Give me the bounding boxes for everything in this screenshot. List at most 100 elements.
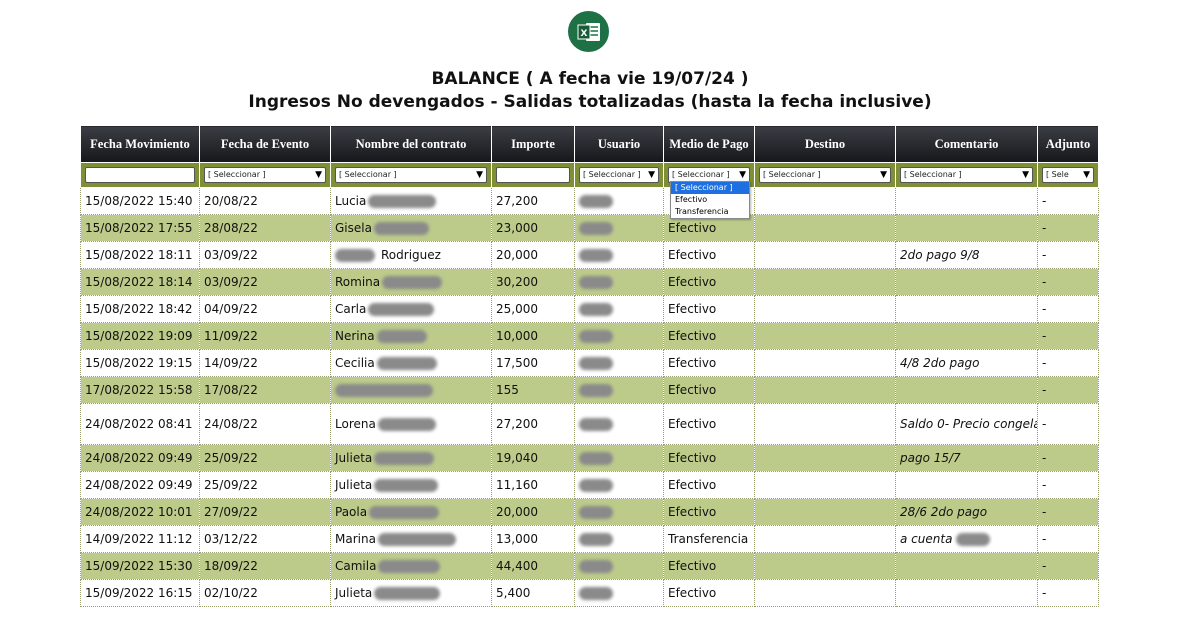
cell-importe: 5,400: [491, 579, 575, 607]
cell-adjunto: -: [1037, 471, 1099, 499]
redacted-name: [374, 479, 439, 492]
chevron-down-icon: ▼: [648, 170, 655, 180]
table-row[interactable]: 14/09/2022 11:12 03/12/22 Marina 13,000 Tran…: [80, 525, 1099, 553]
cell-medio: Efectivo: [663, 403, 755, 445]
cell-mov: 15/08/2022 17:55: [80, 214, 200, 242]
cell-evento: 28/08/22: [199, 214, 331, 242]
cell-importe: 20,000: [491, 498, 575, 526]
cell-comentario: [895, 214, 1038, 242]
cell-destino: [754, 403, 896, 445]
adjunto-filter-select[interactable]: [ Sele ▼: [1042, 167, 1094, 183]
cell-evento: 18/09/22: [199, 552, 331, 580]
table-row[interactable]: 15/08/2022 18:14 03/09/22 Romina 30,200 Efec…: [80, 268, 1099, 296]
contract-name: Camila: [335, 559, 377, 573]
cell-importe: 11,160: [491, 471, 575, 499]
cell-nombre: Rodriguez: [330, 241, 492, 269]
contract-name: Cecilia: [335, 356, 375, 370]
redacted-user: [579, 330, 613, 343]
table-row[interactable]: 15/08/2022 17:55 28/08/22 Gisela 23,000 Efec…: [80, 214, 1099, 242]
redacted-name: [374, 587, 441, 600]
cell-adjunto: -: [1037, 525, 1099, 553]
cell-evento: 03/12/22: [199, 525, 331, 553]
dropdown-option-efectivo[interactable]: Efectivo: [671, 194, 749, 206]
col-adjunto[interactable]: Adjunto: [1037, 125, 1099, 163]
comentario-filter-select[interactable]: [ Seleccionar ] ▼: [900, 167, 1033, 183]
svg-text:X: X: [580, 29, 587, 39]
cell-nombre: Carla: [330, 295, 492, 323]
cell-evento: 25/09/22: [199, 471, 331, 499]
cell-usuario: [574, 349, 664, 377]
table-row[interactable]: 15/09/2022 16:15 02/10/22 Julieta 5,400 Efec…: [80, 579, 1099, 607]
excel-icon[interactable]: X: [568, 11, 609, 52]
col-nombre-contrato[interactable]: Nombre del contrato: [330, 125, 492, 163]
medio-pago-dropdown[interactable]: [ Seleccionar ] Efectivo Transferencia: [670, 181, 750, 219]
col-fecha-movimiento[interactable]: Fecha Movimiento: [80, 125, 200, 163]
cell-evento: 03/09/22: [199, 241, 331, 269]
table-row[interactable]: 24/08/2022 09:49 25/09/22 Julieta 19,040 Efe…: [80, 444, 1099, 472]
cell-nombre: Gisela: [330, 214, 492, 242]
cell-comentario: [895, 187, 1038, 215]
cell-destino: [754, 268, 896, 296]
importe-filter-input[interactable]: [496, 167, 570, 183]
redacted-name: [377, 533, 456, 546]
cell-destino: [754, 241, 896, 269]
redacted-name: [335, 384, 433, 397]
redacted-name: [377, 418, 436, 431]
cell-nombre: Marina: [330, 525, 492, 553]
evento-filter-select[interactable]: [ Seleccionar ] ▼: [204, 167, 326, 183]
col-comentario[interactable]: Comentario: [895, 125, 1038, 163]
cell-importe: 25,000: [491, 295, 575, 323]
table-row[interactable]: 24/08/2022 10:01 27/09/22 Paola 20,000 Efect…: [80, 498, 1099, 526]
usuario-filter-select[interactable]: [ Seleccionar ] ▼: [579, 167, 659, 183]
cell-destino: [754, 376, 896, 404]
dropdown-option-transferencia[interactable]: Transferencia: [671, 206, 749, 218]
cell-comentario: a cuenta: [895, 525, 1038, 553]
cell-usuario: [574, 376, 664, 404]
cell-destino: [754, 471, 896, 499]
col-destino[interactable]: Destino: [754, 125, 896, 163]
contract-name: Julieta: [335, 451, 373, 465]
fecha-movimiento-filter-input[interactable]: [85, 167, 195, 183]
table-row[interactable]: 17/08/2022 15:58 17/08/22 155 Efectivo -: [80, 376, 1099, 404]
table-row[interactable]: 15/08/2022 18:11 03/09/22 Rodriguez 20,000 E…: [80, 241, 1099, 269]
cell-evento: 03/09/22: [199, 268, 331, 296]
table-row[interactable]: 15/08/2022 18:42 04/09/22 Carla 25,000 Efect…: [80, 295, 1099, 323]
redacted-user: [579, 384, 613, 397]
cell-mov: 15/08/2022 18:11: [80, 241, 200, 269]
cell-mov: 15/08/2022 19:09: [80, 322, 200, 350]
redacted-user: [579, 452, 613, 465]
table-row[interactable]: 15/08/2022 19:09 11/09/22 Nerina 10,000 Efec…: [80, 322, 1099, 350]
cell-nombre: Nerina: [330, 322, 492, 350]
cell-destino: [754, 525, 896, 553]
cell-mov: 24/08/2022 09:49: [80, 471, 200, 499]
cell-adjunto: -: [1037, 579, 1099, 607]
table-row[interactable]: 15/08/2022 15:40 20/08/22 Lucia 27,200 -: [80, 187, 1099, 215]
col-fecha-evento[interactable]: Fecha de Evento: [199, 125, 331, 163]
cell-mov: 15/08/2022 15:40: [80, 187, 200, 215]
redacted-name: [376, 330, 427, 343]
redacted-user: [579, 418, 613, 431]
cell-comentario: [895, 295, 1038, 323]
destino-filter-select[interactable]: [ Seleccionar ] ▼: [759, 167, 891, 183]
table-row[interactable]: 24/08/2022 08:41 24/08/22 Lorena 27,200 Efec…: [80, 403, 1099, 445]
comment-text: 4/8 2do pago: [900, 356, 980, 370]
cell-comentario: 2do pago 9/8: [895, 241, 1038, 269]
cell-nombre: Lucia: [330, 187, 492, 215]
contract-name: Lucia: [335, 194, 367, 208]
cell-importe: 155: [491, 376, 575, 404]
cell-nombre: Camila: [330, 552, 492, 580]
col-importe[interactable]: Importe: [491, 125, 575, 163]
col-medio-pago[interactable]: Medio de Pago: [663, 125, 755, 163]
table-row[interactable]: 15/08/2022 19:15 14/09/22 Cecilia 17,500 Efe…: [80, 349, 1099, 377]
cell-comentario: Saldo 0- Precio congelado el 24/08: [895, 403, 1038, 445]
cell-comentario: 4/8 2do pago: [895, 349, 1038, 377]
contrato-filter-select[interactable]: [ Seleccionar ] ▼: [335, 167, 487, 183]
table-row[interactable]: 15/09/2022 15:30 18/09/22 Camila 44,400 Efec…: [80, 552, 1099, 580]
redacted-name: [335, 249, 375, 262]
cell-evento: 20/08/22: [199, 187, 331, 215]
dropdown-option-seleccionar[interactable]: [ Seleccionar ]: [671, 182, 749, 194]
col-usuario[interactable]: Usuario: [574, 125, 664, 163]
table-row[interactable]: 24/08/2022 09:49 25/09/22 Julieta 11,160 Efe…: [80, 471, 1099, 499]
contract-name: Julieta: [335, 586, 373, 600]
cell-comentario: [895, 268, 1038, 296]
